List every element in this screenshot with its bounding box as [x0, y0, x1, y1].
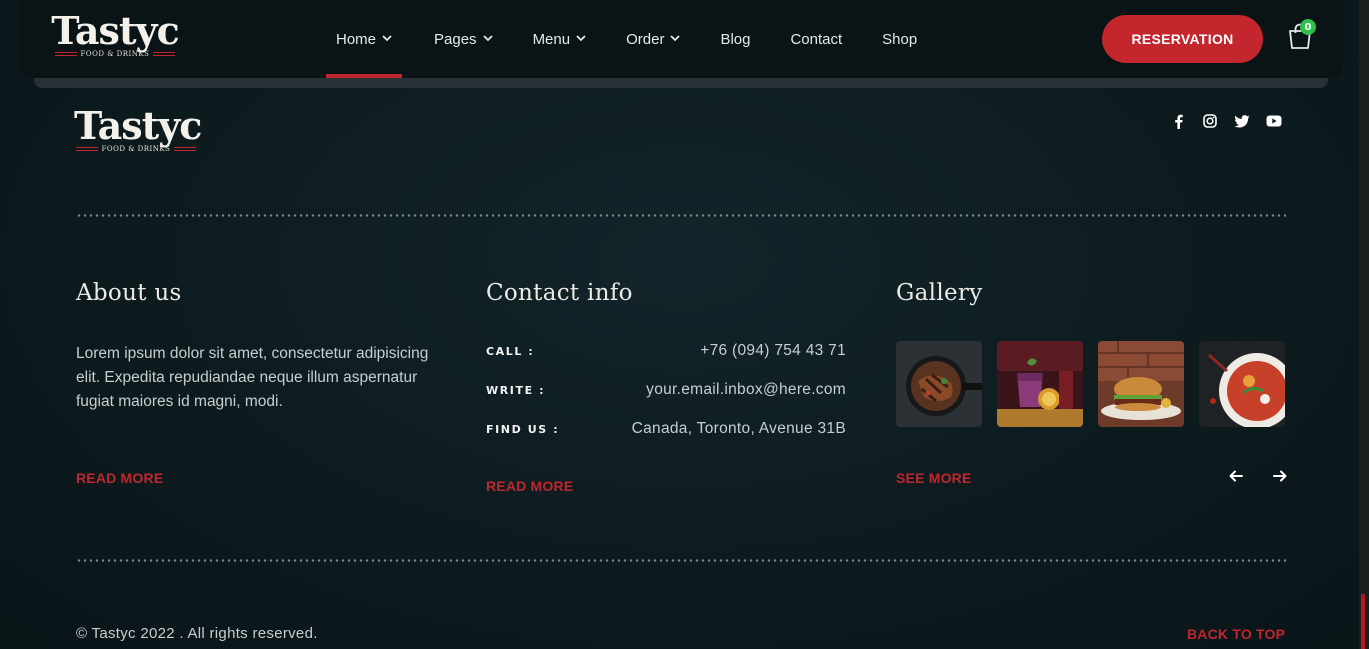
grilled-meat-skillet-image[interactable] [896, 341, 982, 427]
reservation-button[interactable]: RESERVATION [1102, 15, 1263, 63]
site-header: Tastyc FOOD & DRINKS Home Pages Menu Ord… [19, 0, 1343, 78]
nav-item-blog[interactable]: Blog [720, 0, 750, 78]
soup-bowl-image[interactable] [1199, 341, 1285, 427]
scrollbar-thumb[interactable] [1361, 594, 1365, 649]
divider-bottom [76, 559, 1286, 562]
chevron-down-icon [382, 35, 392, 45]
about-text: Lorem ipsum dolor sit amet, consectetur … [76, 345, 429, 410]
footer-logo[interactable]: Tastyc FOOD & DRINKS [74, 103, 202, 154]
logo-tagline: FOOD & DRINKS [80, 50, 150, 58]
contact-read-more-link[interactable]: READ MORE [486, 478, 573, 494]
scrollbar-track[interactable] [1359, 0, 1369, 649]
burger-image[interactable] [1098, 341, 1184, 427]
nav-item-label: Order [626, 30, 665, 48]
instagram-icon[interactable] [1202, 112, 1218, 130]
twitter-icon[interactable] [1234, 112, 1250, 130]
youtube-icon[interactable] [1266, 112, 1282, 130]
nav-item-label: Home [336, 30, 377, 48]
contact-row-find-us: FIND US : Canada, Toronto, Avenue 31B [486, 420, 846, 438]
nav-item-label: Blog [720, 30, 751, 48]
logo-wordmark: Tastyc [51, 8, 179, 53]
logo-decor-right [174, 147, 197, 151]
logo-tagline: FOOD & DRINKS [101, 145, 171, 153]
page-background [0, 0, 1369, 649]
contact-label: CALL : [486, 344, 535, 358]
gallery-nav [1228, 468, 1288, 484]
chevron-down-icon [670, 35, 681, 45]
copyright-text: © Tastyc 2022 . All rights reserved. [76, 625, 318, 642]
contact-label: FIND US : [486, 422, 560, 436]
logo-decor-left [54, 52, 77, 56]
gallery-see-more-link[interactable]: SEE MORE [896, 470, 972, 486]
main-nav: Home Pages Menu Order Blog Contact Shop [325, 0, 917, 78]
contact-label: WRITE : [486, 383, 546, 397]
nav-item-order[interactable]: Order [626, 0, 681, 78]
chevron-down-icon [576, 35, 586, 45]
about-read-more-link[interactable]: READ MORE [76, 470, 163, 486]
gallery-strip [896, 341, 1285, 427]
cart-count-badge: 0 [1300, 19, 1316, 35]
about-title: About us [76, 280, 182, 306]
nav-item-contact[interactable]: Contact [790, 0, 842, 78]
logo-wordmark: Tastyc [74, 103, 202, 148]
nav-item-menu[interactable]: Menu [533, 0, 587, 78]
nav-item-pages[interactable]: Pages [434, 0, 493, 78]
logo-decor-left [75, 147, 98, 151]
logo-decor-right [153, 52, 176, 56]
contact-title: Contact info [486, 280, 633, 306]
gallery-title: Gallery [896, 280, 983, 306]
nav-item-label: Pages [434, 30, 477, 48]
nav-item-label: Contact [790, 30, 843, 48]
contact-phone[interactable]: +76 (094) 754 43 71 [700, 342, 846, 360]
back-to-top-link[interactable]: BACK TO TOP [1187, 626, 1285, 642]
nav-item-shop[interactable]: Shop [882, 0, 917, 78]
contact-row-write: WRITE : your.email.inbox@here.com [486, 381, 846, 399]
arrow-right-icon[interactable] [1272, 468, 1288, 484]
nav-item-label: Shop [882, 30, 918, 48]
contact-row-call: CALL : +76 (094) 754 43 71 [486, 342, 846, 360]
header-logo[interactable]: Tastyc FOOD & DRINKS [49, 8, 181, 59]
nav-item-label: Menu [532, 30, 571, 48]
contact-address: Canada, Toronto, Avenue 31B [631, 420, 846, 437]
divider-top [76, 214, 1286, 217]
contact-email[interactable]: your.email.inbox@here.com [646, 381, 846, 399]
header-underlay [34, 78, 1328, 88]
facebook-icon[interactable] [1170, 112, 1186, 130]
social-links [1170, 112, 1282, 130]
chevron-down-icon [482, 35, 493, 45]
arrow-left-icon[interactable] [1228, 468, 1244, 484]
nav-item-home[interactable]: Home [325, 0, 403, 78]
cocktail-drink-image[interactable] [997, 341, 1083, 427]
